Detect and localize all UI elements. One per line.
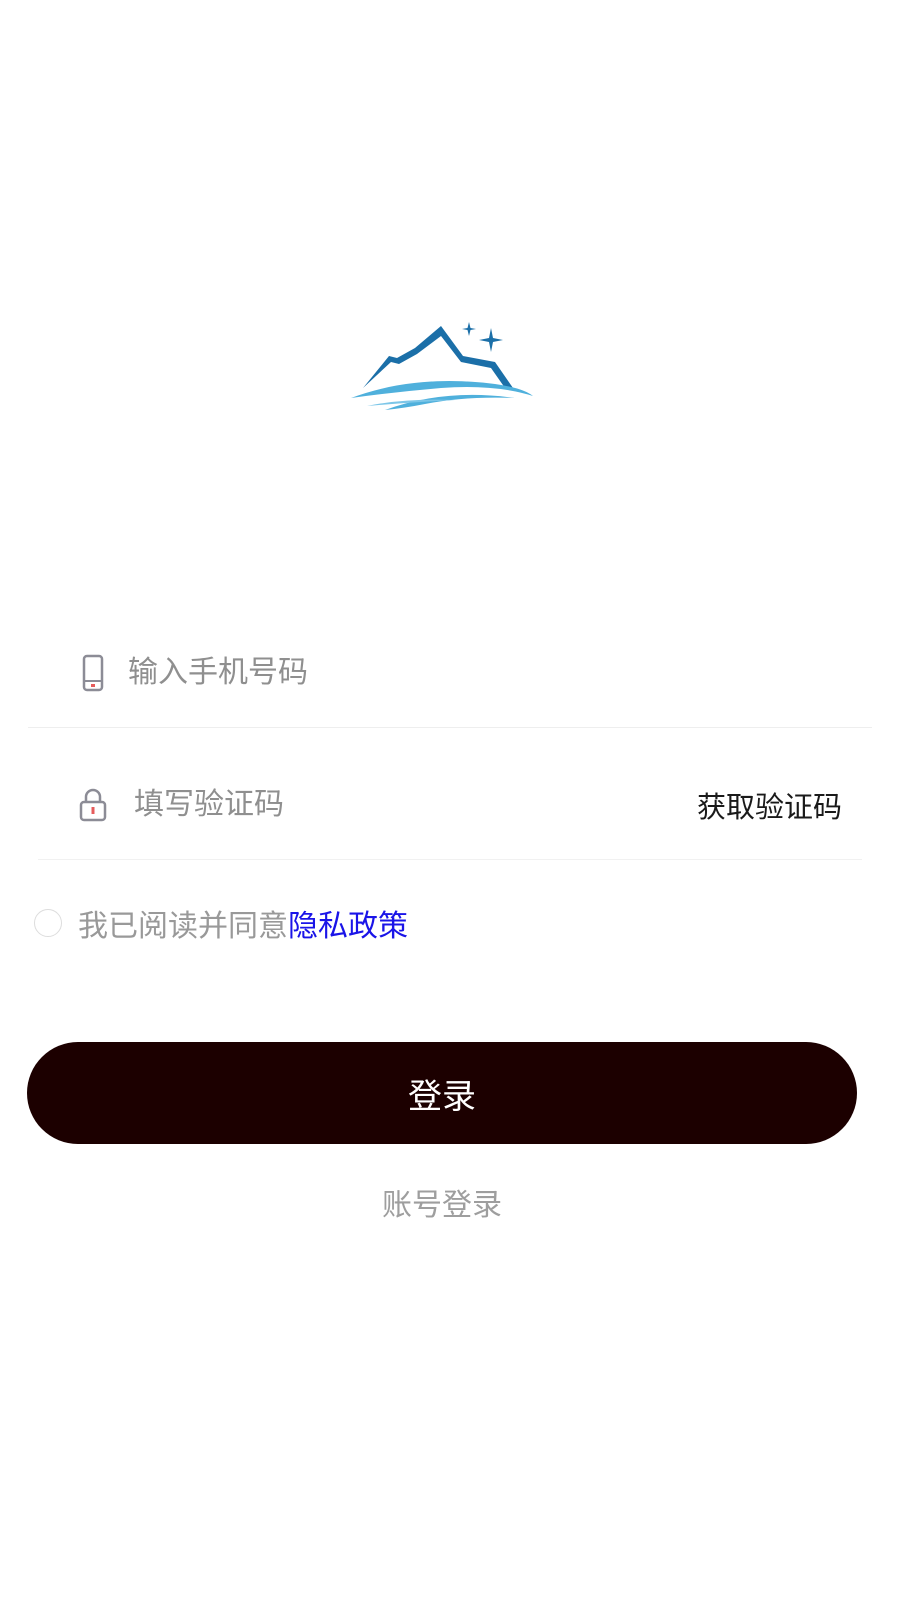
phone-icon	[78, 653, 108, 693]
agreement-text: 我已阅读并同意	[78, 909, 288, 944]
agreement-checkbox[interactable]	[34, 909, 62, 937]
lock-icon	[78, 785, 108, 825]
code-field-row: 获取验证码	[38, 750, 862, 860]
agreement-row: 我已阅读并同意 隐私政策	[34, 898, 408, 948]
login-button[interactable]: 登录	[27, 1042, 857, 1144]
privacy-policy-link[interactable]: 隐私政策	[288, 901, 408, 945]
verification-code-input[interactable]	[134, 774, 697, 835]
phone-field-row	[28, 618, 872, 728]
mountain-stars-logo-icon	[351, 322, 533, 410]
get-code-button[interactable]: 获取验证码	[697, 784, 842, 826]
app-logo	[345, 318, 545, 428]
phone-input[interactable]	[128, 642, 872, 703]
account-login-link[interactable]: 账号登录	[0, 1180, 884, 1224]
